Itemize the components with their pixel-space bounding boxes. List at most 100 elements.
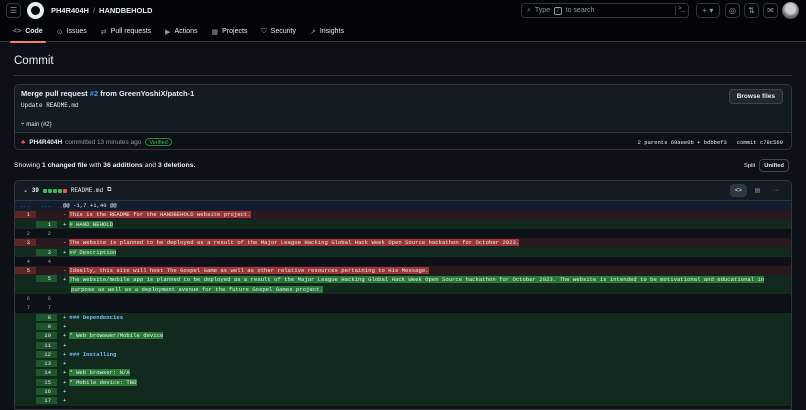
tab-code[interactable]: <> Code — [6, 22, 50, 43]
create-new-button[interactable]: + ▾ — [696, 3, 720, 18]
new-line-number[interactable]: 6 — [36, 295, 57, 302]
hunk-header: @@ -1,7 +1,40 @@ — [63, 202, 117, 210]
line-code: + ## Description — [57, 248, 791, 256]
old-line-number[interactable]: 2 — [15, 230, 36, 237]
new-line-number[interactable]: 4 — [36, 258, 57, 265]
new-line-number[interactable]: 17 — [36, 397, 57, 405]
file-change-count: 39 — [32, 187, 39, 194]
commit-meta: ♣ PH4R404H committed 13 minutes ago Veri… — [15, 134, 791, 149]
branch-icon: ⑂ — [21, 122, 25, 128]
summary-showing: Showing — [14, 162, 41, 169]
diff-sign: + — [63, 341, 67, 349]
new-line-number[interactable]: 10 — [36, 332, 57, 340]
diff-line: 3 - The website is planned to be deployed … — [15, 238, 791, 248]
inbox-icon[interactable]: ✉ — [763, 3, 778, 18]
new-line-number[interactable]: 9 — [36, 323, 57, 330]
breadcrumb-repo[interactable]: HANDBEHOLD — [99, 6, 152, 15]
diff-sign: + — [63, 388, 67, 396]
breadcrumb-separator: / — [92, 6, 96, 15]
table-icon: ▦ — [211, 28, 219, 36]
old-line-number[interactable]: 5 — [15, 267, 36, 275]
diff-line: 10 + * Web browswer/Mobile device — [15, 331, 791, 341]
commit-parents: 2 parents 69aee0b + bdbbef3 commit c78c5… — [638, 139, 783, 146]
file-name[interactable]: README.md — [71, 187, 103, 194]
commit-description: Update README.md — [21, 102, 79, 109]
line-code: + ### Dependencies — [57, 314, 791, 321]
tab-issues[interactable]: ⊙ Issues — [50, 22, 94, 42]
search-prefix: Type — [534, 7, 551, 14]
issue-icon: ⊙ — [56, 28, 63, 36]
new-line-number[interactable]: 16 — [36, 388, 57, 396]
new-line-number[interactable]: 14 — [36, 369, 57, 377]
diff-line: 11 + — [15, 340, 791, 350]
copy-icon[interactable]: ⧉ — [107, 187, 111, 194]
more-options-icon[interactable]: ⋯ — [768, 184, 785, 197]
diff-sign: - — [63, 267, 67, 275]
command-palette-icon[interactable]: >_ — [675, 6, 685, 15]
old-line-number[interactable]: 7 — [15, 304, 36, 311]
diff-line: 13 + — [15, 359, 791, 369]
commit-sha: c78c569 — [759, 139, 783, 146]
shield-icon: ⛉ — [261, 27, 267, 35]
expand-down-icon[interactable]: ... — [36, 202, 57, 209]
rich-diff-icon[interactable]: ▤ — [749, 184, 766, 197]
file-tools: <> ▤ ⋯ — [730, 184, 785, 197]
line-code: + — [57, 323, 791, 330]
diff-line: 5 + The website/mobile app is planned to b… — [15, 275, 791, 294]
new-line-number[interactable]: 7 — [36, 304, 57, 311]
search-input[interactable]: ⌕ Type / to search >_ — [521, 3, 689, 18]
avatar[interactable] — [782, 2, 799, 19]
github-logo-icon[interactable] — [27, 2, 44, 19]
unified-view-button[interactable]: Unified — [759, 159, 789, 172]
tab-security[interactable]: ⛉ Security — [254, 22, 303, 42]
line-text: * Web browswer/Mobile device — [69, 332, 164, 340]
pull-requests-icon[interactable]: ⇅ — [744, 3, 759, 18]
tab-actions[interactable]: ▶ Actions — [158, 22, 204, 42]
collapse-chevron-icon[interactable]: ⌄ — [23, 187, 28, 194]
issues-icon[interactable]: ◎ — [725, 3, 740, 18]
verified-badge[interactable]: Verified — [145, 138, 172, 146]
pull-request-link[interactable]: #2 — [90, 89, 98, 98]
user-avatar-icon[interactable]: ♣ — [21, 139, 25, 146]
new-line-number[interactable]: 13 — [36, 360, 57, 368]
parent-sha-1[interactable]: 69aee0b — [671, 139, 694, 146]
line-text: ## Description — [69, 248, 117, 256]
expand-up-icon[interactable]: ... — [15, 202, 36, 209]
line-code: - This is the README for the HANDBEHOLD w… — [57, 211, 791, 219]
code-icon: <> — [13, 28, 22, 35]
old-line-number[interactable]: 6 — [15, 295, 36, 302]
old-line-number[interactable]: 4 — [15, 258, 36, 265]
new-line-number[interactable]: 11 — [36, 341, 57, 349]
diff-line: 16 + — [15, 386, 791, 397]
diff-sign: + — [63, 323, 67, 330]
tab-label: Pull requests — [110, 28, 152, 35]
tab-insights[interactable]: ↗ Insights — [303, 22, 351, 42]
commit-author[interactable]: PH4R404H — [29, 139, 62, 146]
diff-line: 14 + * Web browser: N/A — [15, 368, 791, 378]
new-line-number[interactable]: 8 — [36, 313, 57, 321]
new-line-number[interactable]: 5 — [36, 275, 57, 283]
diff-sign: + — [63, 220, 67, 228]
menu-icon[interactable]: ☰ — [6, 3, 21, 18]
branch-label[interactable]: ⑂ main (#2) — [21, 122, 52, 128]
browse-files-button[interactable]: Browse files — [728, 89, 783, 104]
new-line-number[interactable]: 15 — [36, 378, 57, 386]
new-line-number[interactable]: 2 — [36, 230, 57, 237]
line-text: # HAND BEHOLD — [69, 220, 113, 228]
new-line-number[interactable]: 12 — [36, 350, 57, 358]
tab-pull-requests[interactable]: ⇄ Pull requests — [94, 22, 158, 42]
diff-line: 5 - Ideally, this site will host The Gospe… — [15, 266, 791, 276]
new-line-number[interactable]: 1 — [36, 220, 57, 228]
parent-sha-2[interactable]: bdbbef3 — [704, 139, 727, 146]
old-line-number[interactable]: 1 — [15, 211, 36, 219]
breadcrumb-owner[interactable]: PH4R404H — [51, 6, 89, 15]
split-view-button[interactable]: Split — [740, 159, 759, 172]
tab-projects[interactable]: ▦ Projects — [205, 22, 255, 42]
tab-label: Insights — [319, 28, 344, 35]
new-line-number[interactable]: 3 — [36, 248, 57, 256]
source-diff-icon[interactable]: <> — [730, 184, 747, 197]
search-suffix: to search — [565, 7, 595, 14]
line-code: + — [57, 342, 791, 349]
old-line-number[interactable]: 3 — [15, 239, 36, 247]
